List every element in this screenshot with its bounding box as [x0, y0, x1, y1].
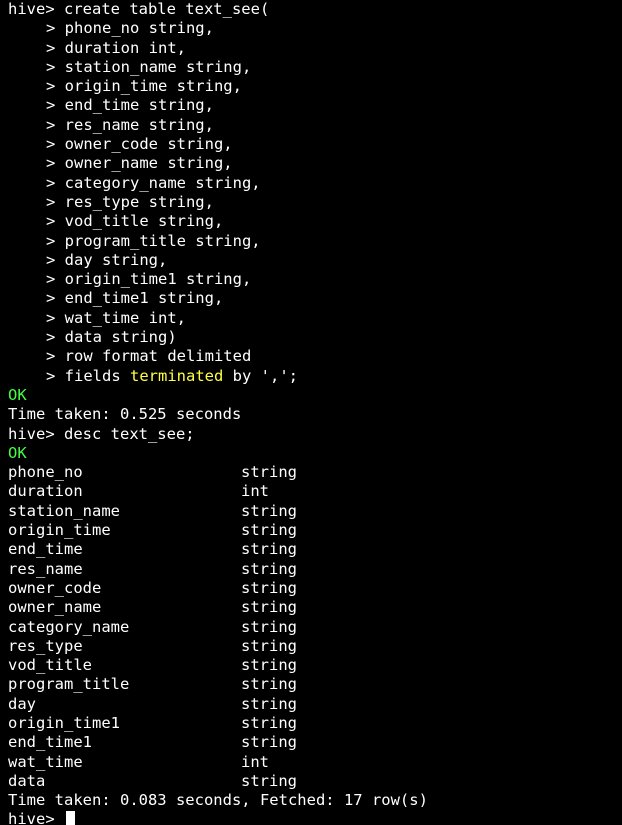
column-type: string	[241, 636, 297, 655]
table-row: res_name string	[8, 560, 622, 579]
continuation-line: > origin_time string,	[46, 77, 242, 96]
continuation-line: > res_name string,	[46, 115, 214, 134]
table-row: owner_code string	[8, 579, 622, 598]
create-command-line: hive> create table text_see(	[8, 0, 270, 18]
column-name: program_title	[8, 675, 130, 694]
continuation-line: > wat_time int,	[46, 308, 186, 327]
column-name: phone_no	[8, 463, 83, 482]
column-type: string	[241, 540, 297, 559]
continuation-line: > end_time string,	[46, 96, 214, 115]
column-name: res_type	[8, 636, 83, 655]
table-row: wat_time int	[8, 753, 622, 772]
table-row: duration int	[8, 482, 622, 501]
column-type: string	[241, 463, 297, 482]
continuation-line: > category_name string,	[46, 173, 261, 192]
table-row: data string	[8, 772, 622, 791]
prompt-line[interactable]: hive>	[8, 810, 622, 825]
continuation-line: > vod_title string,	[46, 212, 224, 231]
column-type: string	[241, 578, 297, 597]
column-name: wat_time	[8, 752, 83, 771]
continuation-line: > row format delimited	[46, 347, 252, 366]
column-type: string	[241, 771, 297, 790]
column-name: end_time	[8, 540, 83, 559]
column-type: string	[241, 559, 297, 578]
continuation-line: > phone_no string,	[46, 19, 214, 38]
column-name: vod_title	[8, 656, 92, 675]
column-type: string	[241, 694, 297, 713]
column-name: origin_time1	[8, 713, 120, 732]
continuation-line: > data string)	[46, 328, 177, 347]
column-type: string	[241, 501, 297, 520]
desc-output-table: phone_no string duration int station_name str…	[8, 463, 622, 791]
column-name: res_name	[8, 559, 83, 578]
column-name: data	[8, 771, 46, 790]
column-type: string	[241, 617, 297, 636]
continuation-line: > duration int,	[46, 38, 186, 57]
table-row: category_name string	[8, 618, 622, 637]
table-row: end_time string	[8, 540, 622, 559]
table-row: owner_name string	[8, 598, 622, 617]
ok-status: OK	[8, 443, 27, 462]
continuation-line: > station_name string,	[46, 57, 252, 76]
table-row: vod_title string	[8, 656, 622, 675]
table-row: station_name string	[8, 502, 622, 521]
continuation-line: > owner_code string,	[46, 135, 233, 154]
table-row: end_time1 string	[8, 733, 622, 752]
column-type: string	[241, 598, 297, 617]
column-name: origin_time	[8, 521, 111, 540]
column-name: station_name	[8, 501, 120, 520]
prompt-text: hive>	[8, 810, 64, 825]
table-row: origin_time1 string	[8, 714, 622, 733]
column-name: owner_code	[8, 578, 102, 597]
fields-suffix: by ',';	[223, 366, 298, 385]
ok-status: OK	[8, 385, 27, 404]
terminal-window[interactable]: hive> create table text_see( > phone_no …	[0, 0, 622, 825]
desc-command-line: hive> desc text_see;	[8, 424, 195, 443]
column-name: duration	[8, 482, 83, 501]
continuation-line: > owner_name string,	[46, 154, 233, 173]
column-type: int	[241, 752, 269, 771]
table-row: day string	[8, 695, 622, 714]
fetched-summary-text: Time taken: 0.083 seconds, Fetched: 17 r…	[8, 791, 428, 810]
continuation-line: > origin_time1 string,	[46, 270, 252, 289]
continuation-line-last: > fields terminated by ',';	[8, 367, 622, 386]
column-type: string	[241, 733, 297, 752]
column-name: owner_name	[8, 598, 102, 617]
fields-prefix: > fields	[46, 366, 130, 385]
continuation-line: > program_title string,	[46, 231, 261, 250]
continuation-line: > end_time1 string,	[46, 289, 224, 308]
column-type: string	[241, 521, 297, 540]
continuation-line: > res_type string,	[46, 192, 214, 211]
table-row: program_title string	[8, 675, 622, 694]
column-type: int	[241, 482, 269, 501]
column-name: day	[8, 694, 36, 713]
column-type: string	[241, 713, 297, 732]
table-row: phone_no string	[8, 463, 622, 482]
table-row: origin_time string	[8, 521, 622, 540]
column-name: category_name	[8, 617, 130, 636]
continuation-line: > day string,	[46, 250, 168, 269]
terminated-keyword: terminated	[130, 366, 224, 385]
cursor-icon	[66, 811, 75, 825]
column-type: string	[241, 656, 297, 675]
table-row: res_type string	[8, 637, 622, 656]
time-taken-text: Time taken: 0.525 seconds	[8, 405, 242, 424]
column-name: end_time1	[8, 733, 92, 752]
column-type: string	[241, 675, 297, 694]
